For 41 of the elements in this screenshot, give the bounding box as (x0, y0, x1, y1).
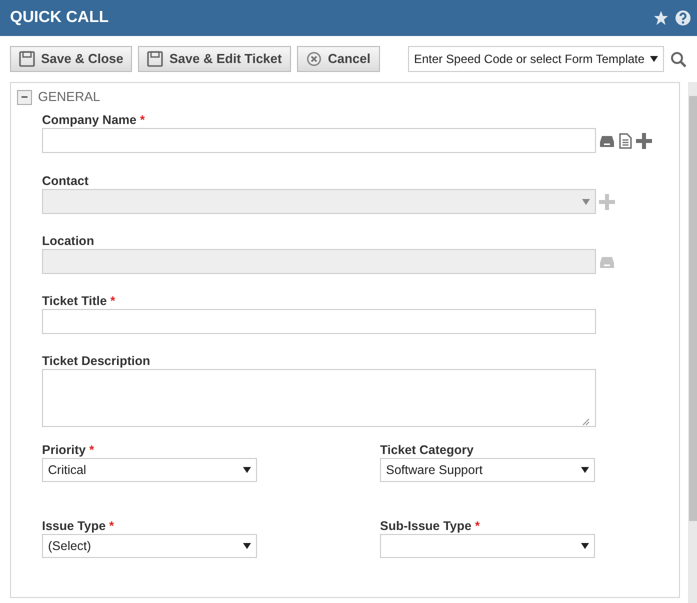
selected-value: Software Support (386, 462, 483, 479)
resize-grip-icon (581, 417, 590, 426)
selected-value: (Select) (48, 538, 92, 555)
cancel-button[interactable]: Cancel (296, 46, 380, 72)
star-icon[interactable] (653, 10, 669, 26)
field-label: Company Name * (42, 112, 146, 128)
caret-icon (582, 198, 590, 204)
dropdown-field[interactable]: (Select) (42, 534, 257, 558)
text-area[interactable] (42, 369, 596, 427)
help-icon[interactable] (675, 10, 691, 26)
document-icon[interactable] (618, 132, 633, 148)
collapse-toggle[interactable]: − (17, 90, 32, 104)
field-label: Ticket Description (42, 353, 152, 369)
dropdown-field[interactable] (380, 534, 595, 558)
caret-icon (650, 56, 658, 62)
field-label: Ticket Category (380, 442, 475, 458)
plus-icon[interactable] (636, 132, 652, 148)
search-icon[interactable] (670, 50, 687, 68)
window-title: QUICK CALL (10, 8, 109, 28)
field-label: Ticket Title * (42, 293, 116, 309)
field-label: Contact (42, 173, 90, 189)
cancel-icon (306, 51, 322, 67)
field-label: Location (42, 233, 96, 249)
save-button[interactable]: Save & Edit Ticket (138, 46, 291, 72)
section-title: GENERAL (38, 88, 100, 106)
input-field[interactable] (42, 128, 596, 153)
template-select[interactable]: Enter Speed Code or select Form Template (408, 46, 664, 72)
caret-icon (243, 467, 251, 473)
save-button[interactable]: Save & Close (10, 46, 132, 72)
input-field[interactable] (42, 309, 596, 334)
scrollbar[interactable] (688, 82, 697, 603)
caret-icon (581, 467, 589, 473)
field-label: Priority * (42, 442, 96, 458)
caret-icon (243, 543, 251, 549)
field-label: Issue Type * (42, 518, 116, 534)
selected-value: Critical (48, 462, 86, 479)
dropdown-field[interactable]: Critical (42, 458, 257, 482)
tray-icon[interactable] (599, 134, 615, 148)
dropdown-field[interactable]: Software Support (380, 458, 595, 482)
field-label: Sub-Issue Type * (380, 518, 481, 534)
caret-icon (581, 543, 589, 549)
